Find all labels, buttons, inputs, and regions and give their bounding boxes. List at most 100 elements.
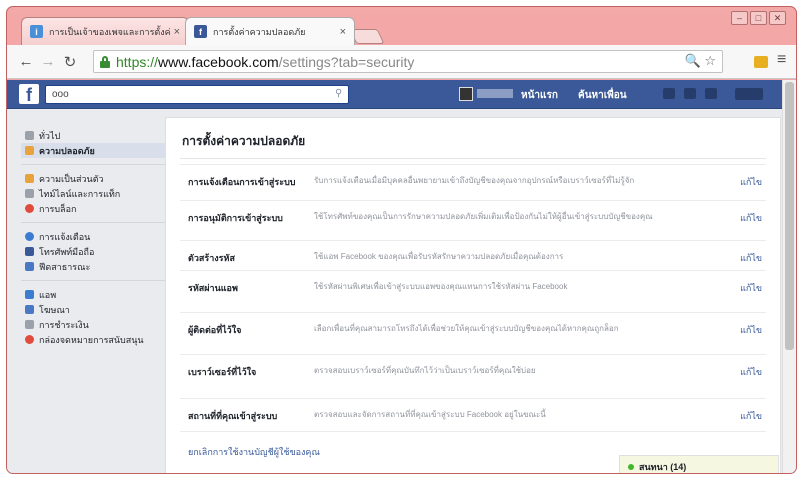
page-viewport: f ooo ⚲ หน้าแรก ค้นหาเพื่อน ทั่วไป ความป… — [7, 80, 782, 473]
sidebar-item-label: โทรศัพท์มือถือ — [39, 246, 95, 257]
divider — [180, 158, 766, 159]
sidebar-item-label: ทั่วไป — [39, 130, 61, 141]
scrollbar-thumb[interactable] — [785, 82, 794, 350]
sidebar-item-blocking[interactable]: การบล็อก — [21, 201, 165, 216]
facebook-favicon: f — [194, 25, 207, 38]
search-input[interactable]: ooo — [45, 85, 349, 104]
lock-icon — [25, 174, 34, 183]
apps-icon — [25, 290, 34, 299]
block-icon — [25, 204, 34, 213]
shield-icon — [25, 146, 34, 155]
browser-tab-1[interactable]: i การเป็นเจ้าของเพจและการตั้งค่า × — [21, 17, 189, 45]
chat-bar[interactable]: สนทนา (14) — [619, 455, 779, 473]
browser-toolbar: ← → ↻ https://www.facebook.com/settings?… — [7, 45, 796, 79]
sidebar-item-label: โฆษณา — [39, 304, 70, 315]
settings-row-app-passwords[interactable]: รหัสผ่านแอพ ใช้รหัสผ่านพิเศษเพื่อเข้าสู่… — [180, 270, 766, 312]
messages-icon[interactable] — [684, 88, 696, 99]
window-controls: – □ ✕ — [729, 11, 786, 25]
sidebar-item-security[interactable]: ความปลอดภัย — [21, 143, 165, 158]
sidebar-item-general[interactable]: ทั่วไป — [21, 128, 165, 143]
deactivate-account-link[interactable]: ยกเลิกการใช้งานบัญชีผู้ใช้ของคุณ — [188, 445, 320, 459]
avatar[interactable] — [459, 87, 473, 101]
address-bar[interactable]: https://www.facebook.com/settings?tab=se… — [93, 50, 723, 73]
card-icon — [25, 320, 34, 329]
rss-icon — [25, 262, 34, 271]
sidebar-item-label: แอพ — [39, 289, 57, 300]
page-title: การตั้งค่าความปลอดภัย — [182, 134, 306, 148]
sidebar-item-ads[interactable]: โฆษณา — [21, 302, 165, 317]
ads-icon — [25, 305, 34, 314]
gear-icon — [25, 131, 34, 140]
notifications-icon[interactable] — [705, 88, 717, 99]
sidebar-item-label: การชำระเงิน — [39, 319, 89, 330]
timeline-icon — [25, 189, 34, 198]
settings-row-login-approvals[interactable]: การอนุมัติการเข้าสู่ระบบ ใช้โทรศัพท์ของค… — [180, 200, 766, 240]
setting-description: ใช้แอพ Facebook ของคุณเพื่อรับรหัสรักษาค… — [314, 252, 564, 261]
edit-link[interactable]: แก้ไข — [740, 409, 762, 423]
setting-description: เลือกเพื่อนที่คุณสามารถโทรถึงได้เพื่อช่ว… — [314, 324, 619, 333]
edit-link[interactable]: แก้ไข — [740, 365, 762, 379]
chat-label: สนทนา (14) — [639, 461, 687, 472]
edit-link[interactable]: แก้ไข — [740, 175, 762, 189]
setting-description: ตรวจสอบและจัดการสถานที่ที่คุณเข้าสู่ระบบ… — [314, 410, 546, 419]
sidebar-item-support-inbox[interactable]: กล่องจดหมายการสนับสนุน — [21, 332, 165, 347]
setting-label: เบราว์เซอร์ที่ไว้ใจ — [188, 367, 257, 377]
url-host: www.facebook.com — [158, 53, 279, 70]
tab-close-icon[interactable]: × — [340, 26, 346, 38]
sidebar-item-privacy[interactable]: ความเป็นส่วนตัว — [21, 171, 165, 186]
facebook-logo[interactable]: f — [19, 84, 39, 104]
close-window-icon[interactable]: ✕ — [769, 11, 786, 25]
setting-label: ตัวสร้างรหัส — [188, 253, 235, 263]
friend-requests-icon[interactable] — [663, 88, 675, 99]
tab-favicon: i — [30, 25, 43, 38]
sidebar-item-payments[interactable]: การชำระเงิน — [21, 317, 165, 332]
edit-link[interactable]: แก้ไข — [740, 281, 762, 295]
lock-icon — [100, 55, 110, 68]
settings-row-login-alerts[interactable]: การแจ้งเตือนการเข้าสู่ระบบ รับการแจ้งเตื… — [180, 164, 766, 200]
browser-tab-2[interactable]: f การตั้งค่าความปลอดภัย × — [185, 17, 355, 45]
nav-home-link[interactable]: หน้าแรก — [521, 88, 558, 103]
globe-icon — [25, 232, 34, 241]
vertical-scrollbar[interactable] — [782, 80, 796, 473]
sidebar-item-label: การแจ้งเตือน — [39, 231, 91, 242]
tab-title: การตั้งค่าความปลอดภัย — [213, 26, 306, 37]
sidebar-item-label: ความปลอดภัย — [39, 145, 95, 156]
bookmark-star-icon[interactable]: 🔍 ☆ — [685, 53, 716, 69]
settings-row-code-generator[interactable]: ตัวสร้างรหัส ใช้แอพ Facebook ของคุณเพื่อ… — [180, 240, 766, 270]
tab-title: การเป็นเจ้าของเพจและการตั้งค่า — [49, 26, 170, 37]
sidebar-item-apps[interactable]: แอพ — [21, 287, 165, 302]
lifebuoy-icon — [25, 335, 34, 344]
back-arrow-icon[interactable]: ← — [15, 53, 37, 70]
sidebar-item-label: ไทม์ไลน์และการแท็ก — [39, 188, 121, 199]
notification-icons — [663, 88, 717, 99]
setting-description: ใช้โทรศัพท์ของคุณเป็นการรักษาความปลอดภัย… — [314, 212, 653, 221]
edit-link[interactable]: แก้ไข — [740, 251, 762, 265]
nav-find-friends-link[interactable]: ค้นหาเพื่อน — [578, 88, 627, 103]
tab-close-icon[interactable]: × — [174, 26, 180, 38]
edit-link[interactable]: แก้ไข — [740, 323, 762, 337]
sidebar-item-mobile[interactable]: โทรศัพท์มือถือ — [21, 244, 165, 259]
sidebar-item-timeline[interactable]: ไทม์ไลน์และการแท็ก — [21, 186, 165, 201]
minimize-icon[interactable]: – — [731, 11, 748, 25]
sidebar-item-label: ความเป็นส่วนตัว — [39, 173, 104, 184]
facebook-header: f ooo ⚲ หน้าแรก ค้นหาเพื่อน — [7, 80, 782, 109]
maximize-icon[interactable]: □ — [750, 11, 767, 25]
browser-menu-icon[interactable]: ≡ — [777, 51, 786, 69]
setting-label: ผู้ติดต่อที่ไว้ใจ — [188, 325, 242, 335]
settings-row-trusted-browsers[interactable]: เบราว์เซอร์ที่ไว้ใจ ตรวจสอบเบราว์เซอร์ที… — [180, 354, 766, 398]
url-scheme: https:// — [116, 53, 159, 70]
profile-name-redacted[interactable] — [477, 89, 513, 98]
settings-sidebar: ทั่วไป ความปลอดภัย ความเป็นส่วนตัว ไทม์ไ… — [21, 128, 165, 347]
browser-window: i การเป็นเจ้าของเพจและการตั้งค่า × f การ… — [6, 6, 797, 474]
sidebar-item-notifications[interactable]: การแจ้งเตือน — [21, 229, 165, 244]
edit-link[interactable]: แก้ไข — [740, 211, 762, 225]
settings-row-where-logged-in[interactable]: สถานที่ที่คุณเข้าสู่ระบบ ตรวจสอบและจัดกา… — [180, 398, 766, 432]
reload-icon[interactable]: ↻ — [59, 53, 81, 71]
extension-icon[interactable] — [754, 56, 768, 68]
forward-arrow-icon[interactable]: → — [37, 53, 59, 70]
sidebar-item-followers[interactable]: ฟีดสาธารณะ — [21, 259, 165, 274]
setting-label: การแจ้งเตือนการเข้าสู่ระบบ — [188, 177, 296, 187]
search-icon[interactable]: ⚲ — [335, 88, 342, 99]
settings-row-trusted-contacts[interactable]: ผู้ติดต่อที่ไว้ใจ เลือกเพื่อนที่คุณสามาร… — [180, 312, 766, 354]
settings-menu-icon[interactable] — [735, 88, 763, 100]
